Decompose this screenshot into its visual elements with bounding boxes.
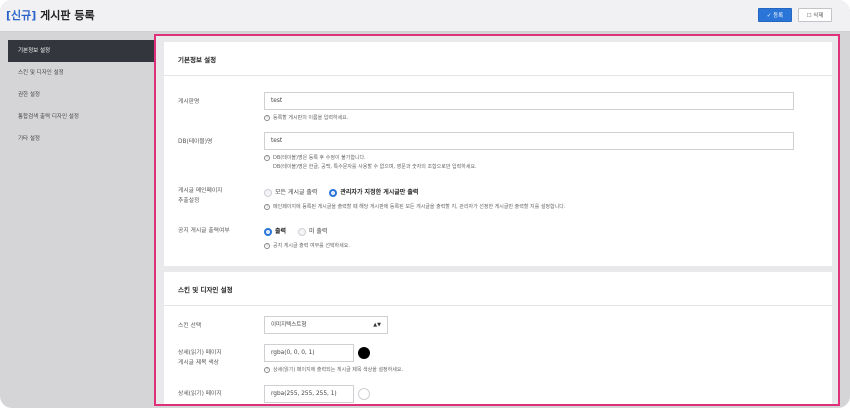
page-title-text: 게시판 등록 bbox=[40, 9, 95, 22]
content-panel: 기본정보 설정 게시판명 test ! 등록할 게시판의 이름을 입력하세요. D… bbox=[154, 34, 840, 406]
delete-button[interactable]: ☐ 삭제 bbox=[798, 8, 832, 22]
title-color-input[interactable]: rgba(0, 0, 0, 1) bbox=[264, 344, 354, 362]
bg-color-swatch[interactable] bbox=[358, 388, 370, 400]
main-output-label-2: 추출설정 bbox=[178, 198, 200, 204]
sidebar-item-etc[interactable]: 기타 설정 bbox=[8, 128, 156, 150]
section-title-skin: 스킨 및 디자인 설정 bbox=[178, 286, 233, 294]
notice-help: ! 공지 게시글 출력 여부를 선택하세요. bbox=[264, 242, 350, 250]
sidebar: 기본정보 설정 스킨 및 디자인 설정 권한 설정 통합검색 출력 디자인 설정… bbox=[8, 40, 156, 150]
board-name-label: 게시판명 bbox=[178, 99, 200, 105]
info-icon: ! bbox=[264, 114, 270, 121]
notice-label: 공지 게시글 출력여부 bbox=[178, 228, 230, 234]
main-output-help: ! 메인페이지에 등록된 게시글을 출력할 때 해당 게시판에 등록된 모든 게시… bbox=[264, 203, 565, 211]
db-name-label: DB(테이블)명 bbox=[178, 139, 213, 145]
sidebar-item-skin-design[interactable]: 스킨 및 디자인 설정 bbox=[8, 62, 156, 84]
divider bbox=[164, 75, 832, 76]
new-tag: [신규] bbox=[6, 9, 37, 22]
bg-color-input[interactable]: rgba(255, 255, 255, 1) bbox=[264, 385, 354, 403]
radio-dot bbox=[264, 188, 272, 197]
header-bar: [신규] 게시판 등록 ✓ 등록 ☐ 삭제 bbox=[0, 0, 850, 32]
main-output-radio-admin[interactable]: 관리자가 지정한 게시글만 출력 bbox=[329, 187, 418, 197]
board-name-input[interactable]: test bbox=[264, 92, 794, 110]
info-icon: ! bbox=[264, 242, 270, 249]
bg-color-label: 상세(읽기) 페이지 bbox=[178, 391, 222, 397]
divider bbox=[164, 305, 832, 306]
main-output-radio-group: 모든 게시글 출력 관리자가 지정한 게시글만 출력 bbox=[264, 187, 428, 197]
skin-select[interactable]: 이미지텍스트형 ▲▼ bbox=[264, 316, 388, 334]
skin-select-label: 스킨 선택 bbox=[178, 323, 202, 329]
db-name-help-1: ! DB(테이블)명은 등록 후 수정이 불가합니다. bbox=[264, 154, 366, 162]
basic-info-card: 기본정보 설정 게시판명 test ! 등록할 게시판의 이름을 입력하세요. D… bbox=[164, 42, 832, 266]
skin-design-card: 스킨 및 디자인 설정 스킨 선택 이미지텍스트형 ▲▼ 상세(읽기) 페이지 … bbox=[164, 272, 832, 404]
radio-dot bbox=[297, 227, 306, 236]
db-name-help-2: DB(테이블)명은 한글, 공백, 특수문자를 사용할 수 없으며, 영문과 숫… bbox=[273, 164, 477, 170]
radio-dot bbox=[264, 227, 272, 236]
notice-radio-group: 출력 미 출력 bbox=[264, 226, 337, 236]
section-title-basic: 기본정보 설정 bbox=[178, 56, 217, 64]
board-name-help: ! 등록할 게시판의 이름을 입력하세요. bbox=[264, 114, 348, 122]
main-output-label-1: 게시글 메인페이지 bbox=[178, 188, 223, 194]
chevron-down-icon: ▲▼ bbox=[373, 322, 381, 328]
page-title: [신규] 게시판 등록 bbox=[6, 7, 95, 23]
title-color-label-2: 게시글 제목 색상 bbox=[178, 360, 220, 366]
main-output-radio-all[interactable]: 모든 게시글 출력 bbox=[264, 187, 317, 197]
info-icon: ! bbox=[264, 203, 270, 210]
notice-radio-show[interactable]: 출력 bbox=[264, 226, 286, 236]
title-color-help: ! 상세(읽기) 페이지에 출력되는 게시글 제목 색상을 설정하세요. bbox=[264, 366, 403, 374]
db-name-input[interactable]: test bbox=[264, 132, 794, 150]
notice-radio-hide[interactable]: 미 출력 bbox=[297, 226, 327, 236]
title-color-swatch[interactable] bbox=[358, 347, 370, 359]
sidebar-item-basic-info[interactable]: 기본정보 설정 bbox=[8, 40, 156, 62]
info-icon: ! bbox=[264, 154, 270, 161]
sidebar-item-permissions[interactable]: 권한 설정 bbox=[8, 84, 156, 106]
radio-dot bbox=[329, 188, 338, 197]
sidebar-item-search-design[interactable]: 통합검색 출력 디자인 설정 bbox=[8, 106, 156, 128]
info-icon: ! bbox=[264, 366, 270, 373]
app-window: [신규] 게시판 등록 ✓ 등록 ☐ 삭제 기본정보 설정 스킨 및 디자인 설… bbox=[0, 0, 850, 408]
save-button[interactable]: ✓ 등록 bbox=[758, 8, 792, 22]
title-color-label-1: 상세(읽기) 페이지 bbox=[178, 350, 222, 356]
